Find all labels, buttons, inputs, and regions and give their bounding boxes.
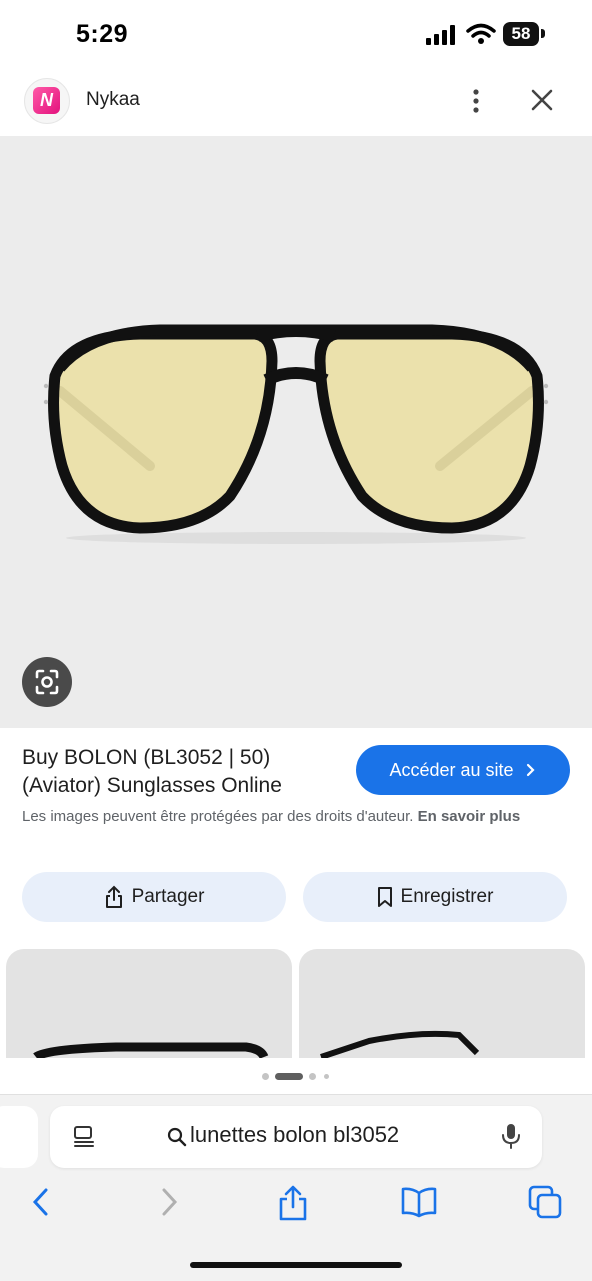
save-button[interactable]: Enregistrer bbox=[303, 872, 567, 922]
visit-site-label: Accéder au site bbox=[389, 760, 514, 780]
related-image-2[interactable] bbox=[299, 949, 585, 1059]
share-button[interactable]: Partager bbox=[22, 872, 286, 922]
result-title[interactable]: Buy BOLON (BL3052 | 50) (Aviator) Sungla… bbox=[22, 744, 342, 800]
chevron-right-icon bbox=[526, 763, 535, 777]
sunglasses-image bbox=[43, 324, 549, 544]
copyright-notice: Les images peuvent être protégées par de… bbox=[22, 806, 552, 828]
google-lens-button[interactable] bbox=[22, 657, 72, 707]
close-icon[interactable] bbox=[528, 86, 556, 114]
google-lens-icon bbox=[35, 669, 59, 695]
pager-dot-active bbox=[275, 1073, 303, 1080]
reader-icon[interactable] bbox=[72, 1124, 96, 1148]
home-indicator bbox=[190, 1262, 402, 1268]
wifi-icon bbox=[466, 23, 496, 44]
signal-icon bbox=[426, 25, 455, 45]
battery-indicator: 58 bbox=[503, 22, 539, 46]
save-label: Enregistrer bbox=[400, 886, 494, 907]
sunglasses-thumbnail bbox=[320, 1030, 480, 1059]
related-image-1[interactable] bbox=[6, 949, 292, 1059]
address-text[interactable]: lunettes bolon bl3052 bbox=[190, 1122, 399, 1148]
product-image[interactable] bbox=[0, 136, 592, 728]
forward-icon[interactable] bbox=[154, 1184, 184, 1220]
pager-dot bbox=[262, 1073, 269, 1080]
nykaa-logo-icon: N bbox=[33, 87, 60, 114]
share-label: Partager bbox=[131, 886, 205, 907]
tabs-icon[interactable] bbox=[527, 1184, 563, 1220]
site-name[interactable]: Nykaa bbox=[86, 89, 140, 111]
visit-site-button[interactable]: Accéder au site bbox=[356, 745, 570, 795]
search-icon bbox=[167, 1127, 187, 1147]
pager-dot bbox=[324, 1074, 329, 1079]
more-vert-icon[interactable] bbox=[464, 86, 488, 116]
back-icon[interactable] bbox=[26, 1184, 56, 1220]
battery-tip bbox=[541, 29, 545, 38]
learn-more-link[interactable]: En savoir plus bbox=[418, 808, 521, 825]
status-time: 5:29 bbox=[76, 20, 129, 48]
share-sheet-icon[interactable] bbox=[276, 1184, 310, 1222]
copyright-text: Les images peuvent être protégées par de… bbox=[22, 808, 414, 825]
previous-tab[interactable] bbox=[0, 1106, 38, 1168]
sunglasses-thumbnail bbox=[33, 1042, 269, 1059]
mic-icon[interactable] bbox=[500, 1122, 522, 1150]
pager-dot bbox=[309, 1073, 316, 1080]
share-icon bbox=[105, 885, 122, 908]
bookmarks-icon[interactable] bbox=[400, 1184, 438, 1220]
bookmark-icon bbox=[377, 887, 392, 907]
